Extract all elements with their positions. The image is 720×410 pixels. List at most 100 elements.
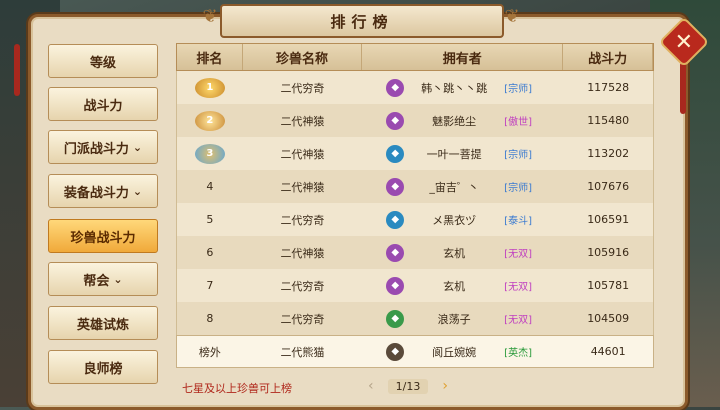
power-value: 105916: [587, 246, 630, 259]
owner-name: 玄机: [443, 279, 466, 293]
pet-name: 二代穷奇: [280, 81, 325, 95]
rank-cell: 5: [206, 213, 214, 226]
rank-cell: 7: [206, 279, 214, 292]
tab-label: 英雄试炼: [76, 317, 129, 333]
pet-avatar-icon[interactable]: ◆: [386, 111, 405, 130]
rank-cell: 榜外: [198, 345, 221, 359]
tab-0[interactable]: 等级: [48, 44, 158, 78]
col-pet-header: 珍兽名称: [243, 44, 363, 70]
pet-avatar-icon[interactable]: ◆: [386, 276, 405, 295]
pet-avatar-icon[interactable]: ◆: [386, 309, 405, 328]
owner-cell: ◆ メ黑衣ヅ [泰斗]: [362, 203, 563, 236]
power-value: 104509: [587, 312, 630, 325]
pet-name: 二代穷奇: [280, 312, 325, 326]
table-row[interactable]: 2 二代神猿 ◆ 魅影绝尘 [傲世] 115480: [176, 104, 654, 137]
owner-title-badge: [傲世]: [504, 117, 532, 128]
table-row[interactable]: 1 二代穷奇 ◆ 韩丶跳丶丶跳 [宗师] 117528: [176, 71, 654, 104]
rank-medal-icon: 2: [194, 110, 225, 131]
tab-label: 门派战斗力: [63, 141, 129, 157]
tab-7[interactable]: 良师榜: [48, 350, 158, 384]
pet-avatar-icon[interactable]: ◆: [386, 210, 405, 229]
tassel-left-icon: [14, 44, 20, 96]
table-header: 排名 珍兽名称 拥有者 战斗力: [176, 43, 654, 71]
owner-title-badge: [无双]: [504, 315, 532, 326]
tab-label: 等级: [89, 55, 116, 71]
rank-medal-icon: 1: [194, 77, 225, 98]
owner-title-badge: [无双]: [504, 249, 532, 260]
rank-cell: 8: [206, 312, 214, 325]
rank-cell: 6: [206, 246, 214, 259]
power-value: 107676: [587, 180, 630, 193]
owner-cell: ◆ 一叶一菩提 [宗师]: [362, 137, 563, 170]
tab-label: 帮会: [83, 273, 110, 289]
tab-4[interactable]: 珍兽战斗力: [48, 219, 158, 253]
tab-5[interactable]: 帮会 ⌄: [48, 262, 158, 296]
owner-cell: ◆ 阆丘婉婉 [英杰]: [362, 336, 563, 367]
pet-avatar-icon[interactable]: ◆: [386, 78, 405, 97]
self-rank-row[interactable]: 榜外 二代熊猫 ◆ 阆丘婉婉 [英杰] 44601: [176, 335, 654, 368]
table-row[interactable]: 8 二代穷奇 ◆ 浪荡子 [无双] 104509: [176, 302, 654, 335]
table-row[interactable]: 4 二代神猿 ◆ _宙吉゜丶 [宗师] 107676: [176, 170, 654, 203]
owner-cell: ◆ 玄机 [无双]: [362, 269, 563, 302]
power-value: 44601: [590, 345, 626, 358]
tab-label: 良师榜: [83, 361, 123, 377]
tab-6[interactable]: 英雄试炼: [48, 306, 158, 340]
tab-label: 战斗力: [83, 98, 123, 114]
chevron-down-icon: ⌄: [132, 140, 143, 154]
owner-title-badge: [无双]: [504, 282, 532, 293]
col-rank-header: 排名: [177, 44, 243, 70]
ranking-table: 排名 珍兽名称 拥有者 战斗力 1 二代穷奇 ◆ 韩丶跳丶丶跳 [宗师] 117528 2 二…: [176, 43, 654, 368]
table-body: 1 二代穷奇 ◆ 韩丶跳丶丶跳 [宗师] 117528 2 二代神猿 ◆ 魅影绝尘 [傲世] 1154…: [176, 71, 654, 368]
chevron-down-icon: ⌄: [132, 184, 143, 198]
pet-name: 二代神猿: [280, 246, 325, 260]
power-value: 113202: [587, 147, 630, 160]
pet-avatar-icon[interactable]: ◆: [386, 342, 405, 361]
pet-avatar-icon[interactable]: ◆: [386, 243, 405, 262]
table-row[interactable]: 5 二代穷奇 ◆ メ黑衣ヅ [泰斗] 106591: [176, 203, 654, 236]
power-value: 105781: [587, 279, 630, 292]
rank-cell: 4: [206, 180, 214, 193]
owner-name: _宙吉゜丶: [429, 180, 479, 194]
close-icon: ✕: [674, 29, 694, 55]
tab-3[interactable]: 装备战斗力 ⌄: [48, 174, 158, 208]
pet-name: 二代熊猫: [280, 345, 325, 359]
tab-1[interactable]: 战斗力: [48, 87, 158, 121]
owner-name: 浪荡子: [437, 312, 471, 326]
owner-name: 一叶一菩提: [426, 147, 482, 161]
rank-cell: 2: [177, 104, 243, 137]
owner-name: 阆丘婉婉: [432, 345, 477, 359]
owner-title-badge: [宗师]: [504, 84, 532, 95]
owner-title-badge: [泰斗]: [504, 216, 532, 227]
owner-name: 玄机: [443, 246, 466, 260]
owner-cell: ◆ 玄机 [无双]: [362, 236, 563, 269]
owner-title-badge: [英杰]: [504, 348, 532, 359]
rank-medal-icon: 3: [194, 143, 225, 164]
footer-note: 七星及以上珍兽可上榜: [182, 382, 292, 395]
table-row[interactable]: 7 二代穷奇 ◆ 玄机 [无双] 105781: [176, 269, 654, 302]
prev-page-icon[interactable]: ‹: [368, 378, 374, 394]
pet-name: 二代穷奇: [280, 279, 325, 293]
rank-cell: 3: [177, 137, 243, 170]
col-owner-header: 拥有者: [362, 44, 564, 70]
pet-name: 二代神猿: [280, 147, 325, 161]
pet-avatar-icon[interactable]: ◆: [386, 144, 405, 163]
tab-label: 装备战斗力: [63, 185, 129, 201]
col-power-header: 战斗力: [563, 44, 653, 70]
table-row[interactable]: 6 二代神猿 ◆ 玄机 [无双] 105916: [176, 236, 654, 269]
owner-title-badge: [宗师]: [504, 183, 532, 194]
power-value: 115480: [587, 114, 630, 127]
owner-name: 魅影绝尘: [432, 114, 477, 128]
table-row[interactable]: 3 二代神猿 ◆ 一叶一菩提 [宗师] 113202: [176, 137, 654, 170]
pet-avatar-icon[interactable]: ◆: [386, 177, 405, 196]
next-page-icon[interactable]: ›: [442, 378, 448, 394]
owner-name: 韩丶跳丶丶跳: [421, 81, 488, 95]
page-indicator: 1/13: [387, 378, 429, 394]
rank-cell: 1: [177, 71, 243, 104]
tab-2[interactable]: 门派战斗力 ⌄: [48, 130, 158, 164]
pet-name: 二代神猿: [280, 114, 325, 128]
page-title: 排行榜: [220, 4, 504, 38]
owner-cell: ◆ 魅影绝尘 [傲世]: [362, 104, 563, 137]
owner-title-badge: [宗师]: [504, 150, 532, 161]
owner-cell: ◆ 浪荡子 [无双]: [362, 302, 563, 335]
owner-name: メ黑衣ヅ: [432, 213, 477, 227]
